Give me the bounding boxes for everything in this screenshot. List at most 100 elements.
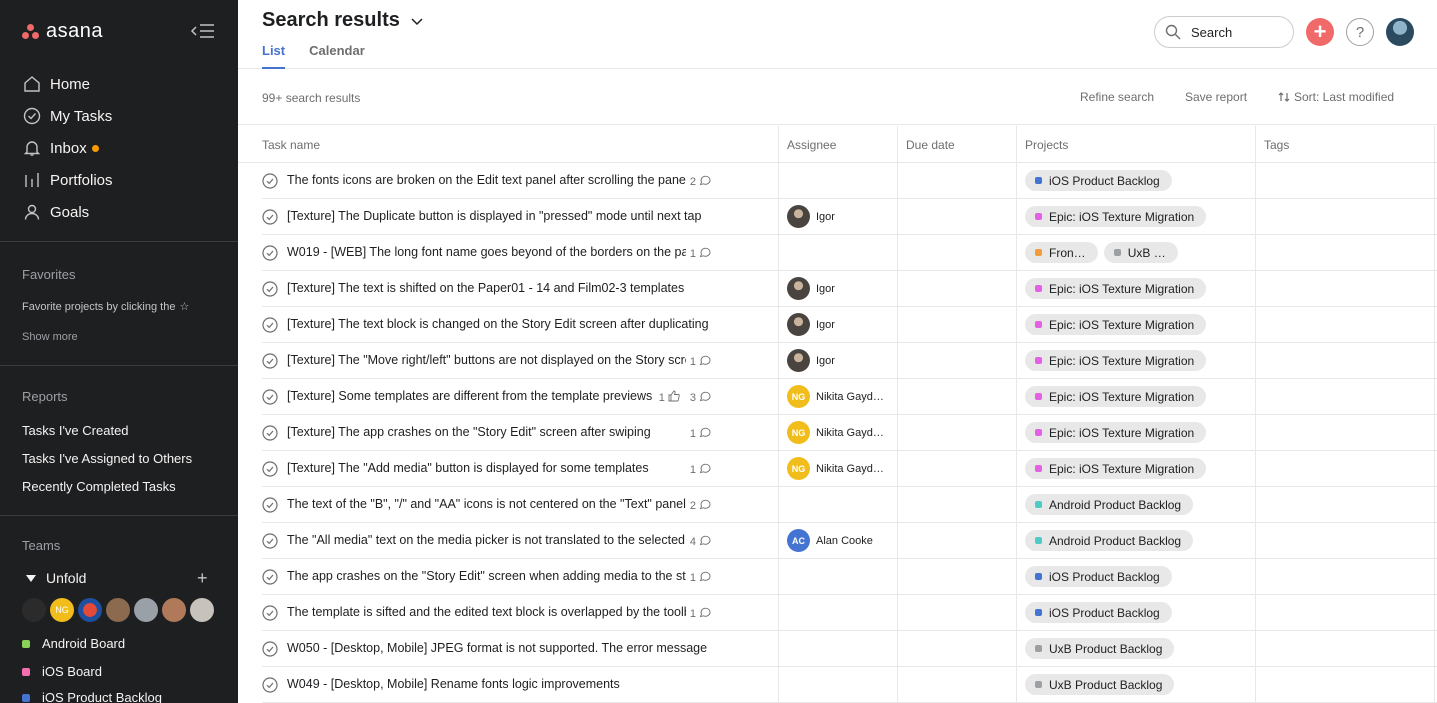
task-name[interactable]: [Texture] The text is shifted on the Pap… [287, 281, 711, 295]
table-row[interactable]: W019 - [WEB] The long font name goes bey… [262, 235, 1437, 271]
profile-avatar[interactable] [1386, 18, 1414, 46]
task-name[interactable]: W050 - [Desktop, Mobile] JPEG format is … [287, 641, 711, 655]
tab-list[interactable]: List [262, 43, 286, 69]
comment-icon[interactable] [699, 354, 711, 369]
complete-task-icon[interactable] [262, 209, 278, 225]
help-button[interactable]: ? [1346, 18, 1374, 46]
collapse-sidebar-icon[interactable] [190, 22, 216, 40]
page-title[interactable]: Search results [262, 9, 424, 32]
comment-icon[interactable] [699, 246, 711, 261]
add-team-member-icon[interactable]: + [197, 568, 208, 589]
reports-title[interactable]: Reports [22, 389, 68, 404]
complete-task-icon[interactable] [262, 389, 278, 405]
table-row[interactable]: The text of the "B", "/" and "AA" icons … [262, 487, 1437, 523]
chevron-down-icon[interactable] [410, 14, 424, 28]
complete-task-icon[interactable] [262, 353, 278, 369]
nav-portfolios[interactable]: Portfolios [0, 164, 238, 196]
project-pill[interactable]: UxB … [1103, 242, 1178, 263]
comment-icon[interactable] [699, 462, 711, 477]
project-pill[interactable]: iOS Product Backlog [1025, 602, 1172, 623]
project-pill[interactable]: Android Product Backlog [1025, 530, 1194, 551]
task-name[interactable]: The template is sifted and the edited te… [287, 605, 711, 619]
complete-task-icon[interactable] [262, 245, 278, 261]
comment-icon[interactable] [699, 498, 711, 513]
avatar[interactable] [134, 598, 158, 622]
project-pill[interactable]: iOS Product Backlog [1025, 566, 1172, 587]
table-row[interactable]: [Texture] Some templates are different f… [262, 379, 1437, 415]
task-name[interactable]: [Texture] The "Move right/left" buttons … [287, 353, 711, 367]
task-name[interactable]: [Texture] The Duplicate button is displa… [287, 209, 711, 223]
nav-inbox[interactable]: Inbox [0, 132, 238, 164]
sidebar-project-ios-board[interactable]: iOS Board [22, 664, 102, 679]
avatar[interactable] [190, 598, 214, 622]
nav-my-tasks[interactable]: My Tasks [0, 100, 238, 132]
table-row[interactable]: W050 - [Desktop, Mobile] JPEG format is … [262, 631, 1437, 667]
complete-task-icon[interactable] [262, 497, 278, 513]
comment-icon[interactable] [699, 606, 711, 621]
complete-task-icon[interactable] [262, 605, 278, 621]
avatar[interactable] [78, 598, 102, 622]
task-name[interactable]: The fonts icons are broken on the Edit t… [287, 173, 711, 187]
asana-logo[interactable]: asana [22, 20, 103, 43]
tab-calendar[interactable]: Calendar [309, 43, 365, 69]
column-assignee[interactable]: Assignee [778, 126, 836, 163]
task-name[interactable]: [Texture] The app crashes on the "Story … [287, 425, 711, 439]
teams-title[interactable]: Teams [22, 538, 60, 553]
project-pill[interactable]: Epic: iOS Texture Migration [1025, 278, 1207, 299]
assignee-cell[interactable]: Igor [787, 205, 835, 228]
complete-task-icon[interactable] [262, 461, 278, 477]
table-row[interactable]: [Texture] The text block is changed on t… [262, 307, 1437, 343]
sidebar-project-android-board[interactable]: Android Board [22, 636, 125, 651]
task-name[interactable]: [Texture] The text block is changed on t… [287, 317, 711, 331]
table-row[interactable]: [Texture] The "Move right/left" buttons … [262, 343, 1437, 379]
favorites-title[interactable]: Favorites [22, 267, 75, 282]
project-pill[interactable]: Epic: iOS Texture Migration [1025, 206, 1207, 227]
table-row[interactable]: The "All media" text on the media picker… [262, 523, 1437, 559]
column-task-name[interactable]: Task name [253, 126, 320, 163]
thumbs-up-icon[interactable] [668, 390, 680, 405]
report-recently-completed[interactable]: Recently Completed Tasks [22, 479, 176, 494]
show-more-link[interactable]: Show more [22, 331, 78, 343]
complete-task-icon[interactable] [262, 173, 278, 189]
comment-icon[interactable] [699, 174, 711, 189]
comment-icon[interactable] [699, 570, 711, 585]
assignee-cell[interactable]: NG Nikita Gayd… [787, 421, 884, 444]
save-report-button[interactable]: Save report [1185, 90, 1247, 104]
complete-task-icon[interactable] [262, 533, 278, 549]
team-unfold[interactable]: Unfold [26, 570, 86, 586]
project-pill[interactable]: Epic: iOS Texture Migration [1025, 350, 1207, 371]
project-pill[interactable]: Epic: iOS Texture Migration [1025, 386, 1207, 407]
complete-task-icon[interactable] [262, 677, 278, 693]
sidebar-project-ios-product-backlog[interactable]: iOS Product Backlog [22, 690, 162, 703]
project-pill[interactable]: Epic: iOS Texture Migration [1025, 458, 1207, 479]
project-pill[interactable]: Epic: iOS Texture Migration [1025, 422, 1207, 443]
table-row[interactable]: [Texture] The text is shifted on the Pap… [262, 271, 1437, 307]
complete-task-icon[interactable] [262, 569, 278, 585]
table-row[interactable]: The template is sifted and the edited te… [262, 595, 1437, 631]
table-row[interactable]: The fonts icons are broken on the Edit t… [262, 163, 1437, 199]
comment-icon[interactable] [699, 534, 711, 549]
task-name[interactable]: W049 - [Desktop, Mobile] Rename fonts lo… [287, 677, 711, 691]
table-row[interactable]: The app crashes on the "Story Edit" scre… [262, 559, 1437, 595]
avatar[interactable] [162, 598, 186, 622]
quick-add-button[interactable]: + [1306, 18, 1334, 46]
complete-task-icon[interactable] [262, 317, 278, 333]
project-pill[interactable]: UxB Product Backlog [1025, 674, 1175, 695]
project-pill[interactable]: iOS Product Backlog [1025, 170, 1172, 191]
search-input[interactable]: Search [1154, 16, 1294, 48]
task-name[interactable]: [Texture] The "Add media" button is disp… [287, 461, 711, 475]
column-due-date[interactable]: Due date [897, 126, 955, 163]
task-name[interactable]: [Texture] Some templates are different f… [287, 389, 711, 403]
column-projects[interactable]: Projects [1016, 126, 1068, 163]
assignee-cell[interactable]: Igor [787, 277, 835, 300]
sort-button[interactable]: Sort: Last modified [1278, 90, 1394, 104]
table-row[interactable]: [Texture] The "Add media" button is disp… [262, 451, 1437, 487]
assignee-cell[interactable]: NG Nikita Gayd… [787, 457, 884, 480]
nav-home[interactable]: Home [0, 68, 238, 100]
project-pill[interactable]: Epic: iOS Texture Migration [1025, 314, 1207, 335]
table-row[interactable]: [Texture] The Duplicate button is displa… [262, 199, 1437, 235]
nav-goals[interactable]: Goals [0, 196, 238, 228]
avatar[interactable]: NG [50, 598, 74, 622]
comment-icon[interactable] [699, 390, 711, 405]
report-tasks-created[interactable]: Tasks I've Created [22, 423, 129, 438]
